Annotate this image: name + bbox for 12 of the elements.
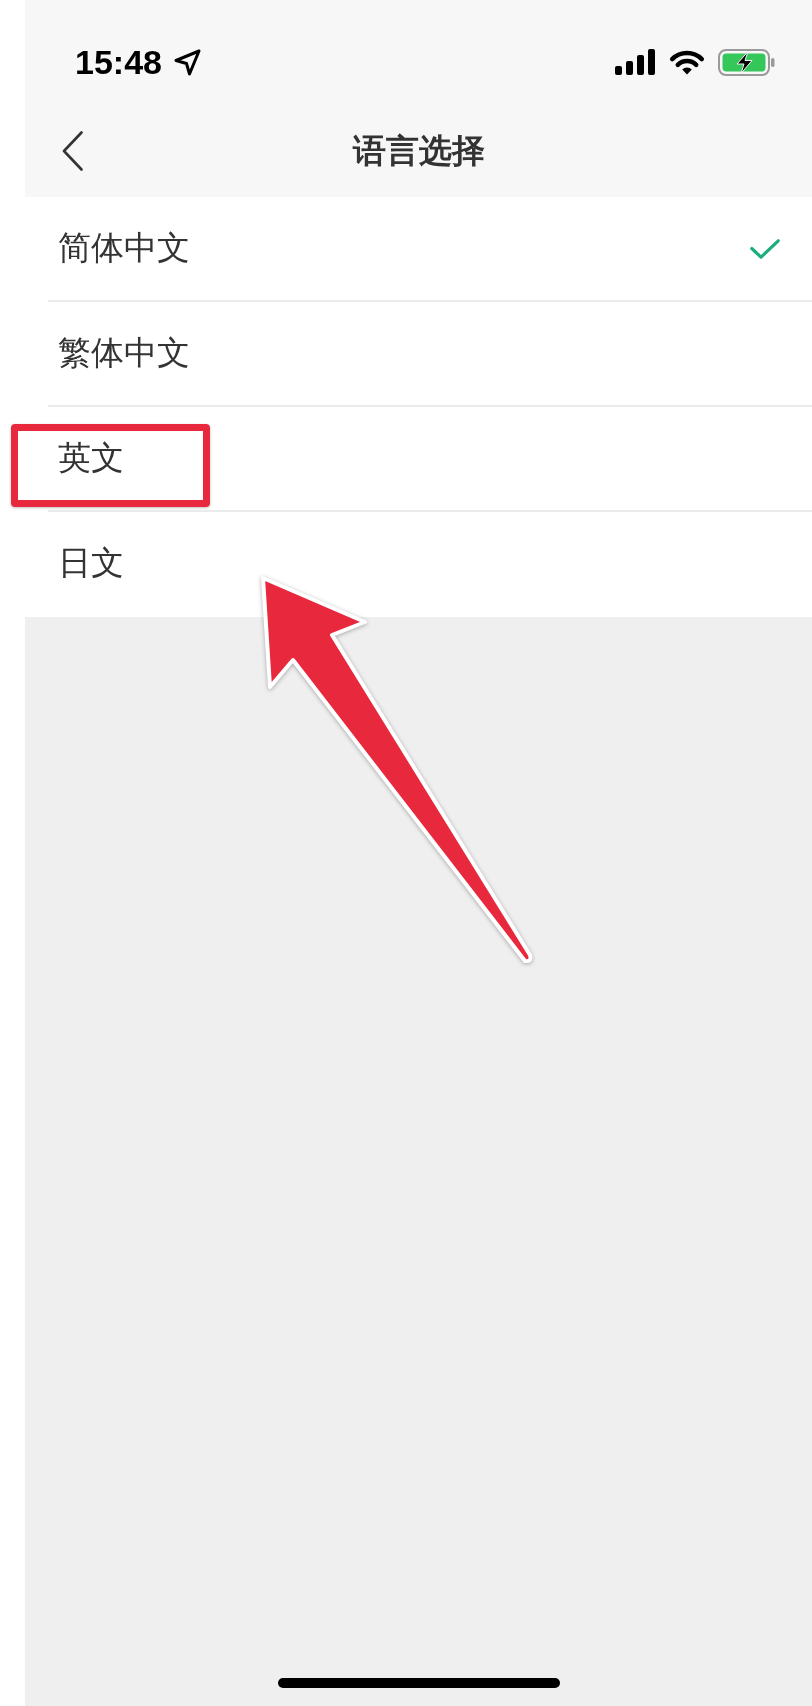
status-time: 15:48 — [75, 45, 162, 79]
language-option[interactable]: 繁体中文 — [48, 302, 812, 407]
language-option[interactable]: 英文 — [48, 407, 812, 512]
signal-icon — [615, 49, 655, 75]
language-option[interactable]: 简体中文 — [48, 197, 812, 302]
language-option[interactable]: 日文 — [48, 512, 812, 617]
navigation-arrow-icon — [173, 48, 201, 76]
wifi-icon — [669, 49, 705, 75]
chevron-left-icon — [62, 130, 83, 171]
back-button[interactable] — [60, 128, 85, 173]
battery-charging-icon — [718, 48, 775, 76]
page-title: 语言选择 — [352, 130, 485, 171]
